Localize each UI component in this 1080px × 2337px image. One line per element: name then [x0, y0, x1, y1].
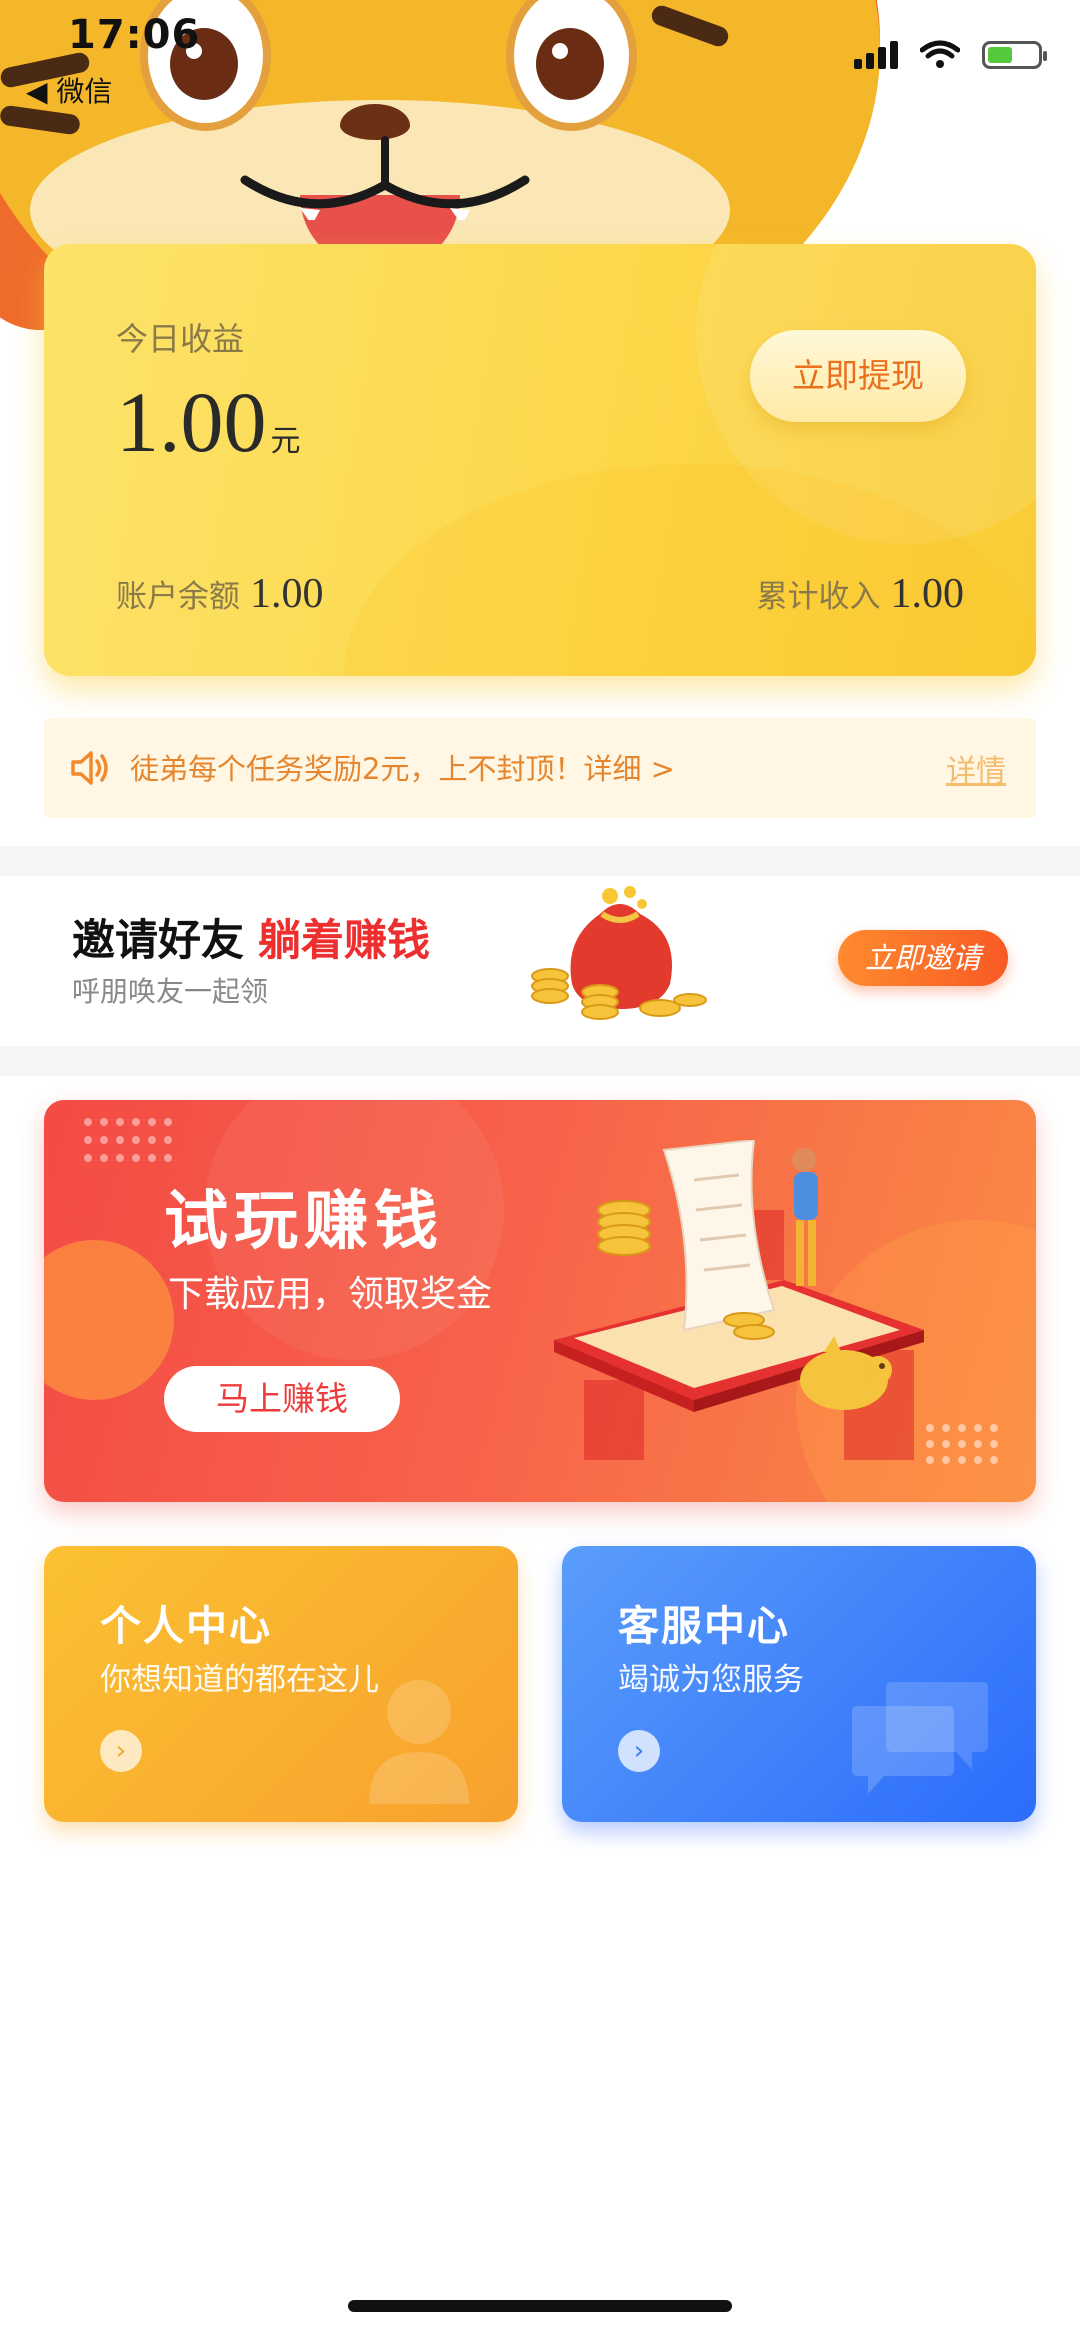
dot-pattern-icon	[84, 1118, 172, 1162]
chat-bubbles-icon	[852, 1682, 988, 1794]
user-icon	[369, 1680, 469, 1804]
personal-center-subtitle: 你想知道的都在这儿	[100, 1662, 379, 1698]
account-balance: 账户余额 1.00	[116, 570, 324, 618]
total-income: 累计收入 1.00	[757, 570, 965, 618]
chevron-right-icon[interactable]: ›	[618, 1730, 660, 1772]
notice-text: 徒弟每个任务奖励2元，上不封顶！详细 >	[130, 752, 675, 786]
back-to-wechat[interactable]: ◀ 微信	[26, 70, 112, 110]
notice-bar[interactable]: 徒弟每个任务奖励2元，上不封顶！详细 > 详情	[44, 718, 1036, 818]
withdraw-button[interactable]: 立即提现	[750, 330, 966, 422]
balance-label: 账户余额	[116, 579, 240, 615]
service-center-subtitle: 竭诚为您服务	[618, 1662, 804, 1698]
notice-detail-link[interactable]: 详情	[946, 746, 1006, 790]
personal-center-card[interactable]: 个人中心 你想知道的都在这儿 ›	[44, 1546, 518, 1822]
today-earnings-label: 今日收益	[116, 320, 245, 358]
signal-icon	[854, 41, 898, 69]
total-label: 累计收入	[756, 579, 881, 615]
invite-now-button[interactable]: 立即邀请	[838, 930, 1008, 986]
battery-icon	[982, 41, 1047, 69]
home-indicator[interactable]	[348, 2300, 732, 2312]
balance-value: 1.00	[250, 571, 324, 617]
currency-unit: 元	[270, 424, 301, 459]
trial-subtitle: 下载应用，领取奖金	[168, 1274, 493, 1315]
chevron-right-icon[interactable]: ›	[100, 1730, 142, 1772]
section-divider	[0, 1046, 1080, 1076]
trial-play-banner[interactable]: 试玩赚钱 下载应用，领取奖金 马上赚钱	[44, 1100, 1036, 1502]
tiger-mouth	[240, 136, 530, 220]
section-divider	[0, 846, 1080, 876]
service-center-title: 客服中心	[618, 1602, 790, 1650]
phone-reward-illustration	[554, 1140, 924, 1460]
trial-title: 试玩赚钱	[164, 1185, 444, 1259]
personal-center-title: 个人中心	[100, 1602, 272, 1650]
total-value: 1.00	[890, 571, 965, 617]
status-time: 17:06	[68, 12, 201, 58]
today-earnings-amount: 1.00 元	[116, 374, 301, 470]
speaker-icon	[71, 751, 108, 785]
earnings-card: 今日收益 1.00 元 立即提现 账户余额 1.00 累计收入 1.00	[44, 244, 1036, 676]
service-center-card[interactable]: 客服中心 竭诚为您服务 ›	[562, 1546, 1036, 1822]
earn-now-button[interactable]: 马上赚钱	[164, 1366, 400, 1432]
status-icons	[854, 40, 1047, 70]
invite-subtitle: 呼朋唤友一起领	[72, 975, 269, 1008]
money-bag-icon	[531, 886, 707, 1020]
invite-highlight: 躺着赚钱	[258, 916, 430, 966]
invite-title: 邀请好友 躺着赚钱	[72, 916, 430, 966]
wifi-icon	[920, 40, 960, 68]
